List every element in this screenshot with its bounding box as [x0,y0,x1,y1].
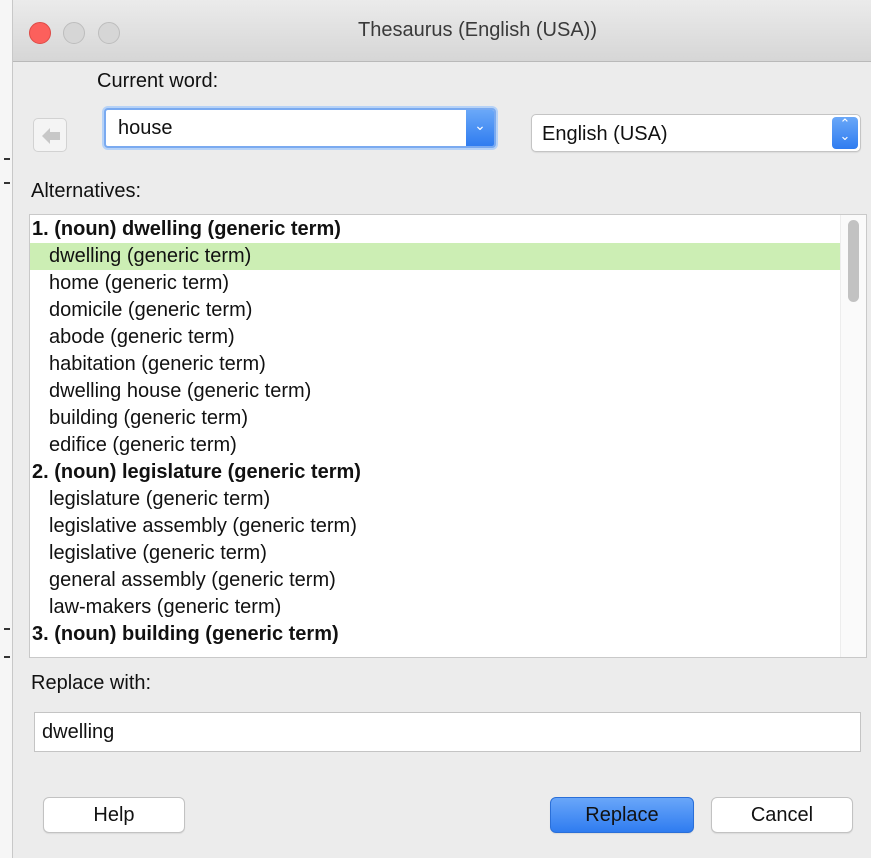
language-value: English (USA) [542,123,668,145]
replace-with-label: Replace with: [31,672,152,694]
replace-button[interactable]: Replace [550,797,694,833]
scrollbar-thumb[interactable] [848,220,859,302]
alternative-item[interactable]: dwelling (generic term) [30,243,840,270]
alternatives-group-heading[interactable]: 1. (noun) dwelling (generic term) [30,216,840,243]
cancel-button[interactable]: Cancel [711,797,853,833]
alternative-item[interactable]: legislature (generic term) [30,486,840,513]
alternatives-group-heading[interactable]: 2. (noun) legislature (generic term) [30,459,840,486]
alternative-item[interactable]: habitation (generic term) [30,351,840,378]
alternative-item[interactable]: edifice (generic term) [30,432,840,459]
help-button[interactable]: Help [43,797,185,833]
replace-with-value: dwelling [42,721,115,743]
title-bar: Thesaurus (English (USA)) [13,0,871,62]
alternatives-list-items: 1. (noun) dwelling (generic term) dwellin… [30,216,840,648]
language-dropdown-button[interactable]: ⌃ ⌄ [832,116,858,149]
document-mark [4,158,10,160]
alternative-item[interactable]: domicile (generic term) [30,297,840,324]
current-word-value: house [118,117,173,139]
alternatives-group-heading[interactable]: 3. (noun) building (generic term) [30,621,840,648]
alternative-item[interactable]: law-makers (generic term) [30,594,840,621]
chevron-down-icon: ⌄ [474,117,486,133]
document-mark [4,628,10,630]
alternative-item[interactable]: building (generic term) [30,405,840,432]
replace-with-input[interactable]: dwelling [34,712,861,752]
document-mark [4,182,10,184]
alternative-item[interactable]: legislative assembly (generic term) [30,513,840,540]
updown-chevron-icon: ⌄ [839,128,851,143]
alternative-item[interactable]: abode (generic term) [30,324,840,351]
document-mark [4,656,10,658]
current-word-label: Current word: [97,70,219,92]
arrow-left-icon [42,128,60,144]
alternative-item[interactable]: dwelling house (generic term) [30,378,840,405]
alternative-item[interactable]: legislative (generic term) [30,540,840,567]
back-button[interactable] [33,118,67,152]
alternative-item[interactable]: home (generic term) [30,270,840,297]
current-word-combobox[interactable]: house ⌄ [104,108,496,148]
window-title: Thesaurus (English (USA)) [358,19,597,41]
alternatives-scrollbar[interactable] [840,215,866,657]
current-word-dropdown-button[interactable]: ⌄ [466,110,494,146]
thesaurus-dialog: Thesaurus (English (USA)) Current word: … [12,0,871,858]
document-edge [0,0,12,858]
alternatives-label: Alternatives: [31,180,142,202]
alternative-item[interactable]: general assembly (generic term) [30,567,840,594]
alternatives-list[interactable]: 1. (noun) dwelling (generic term) dwellin… [29,214,867,658]
language-select[interactable]: English (USA) ⌃ ⌄ [531,114,861,152]
thesaurus-window: Thesaurus (English (USA)) Current word: … [0,0,871,858]
